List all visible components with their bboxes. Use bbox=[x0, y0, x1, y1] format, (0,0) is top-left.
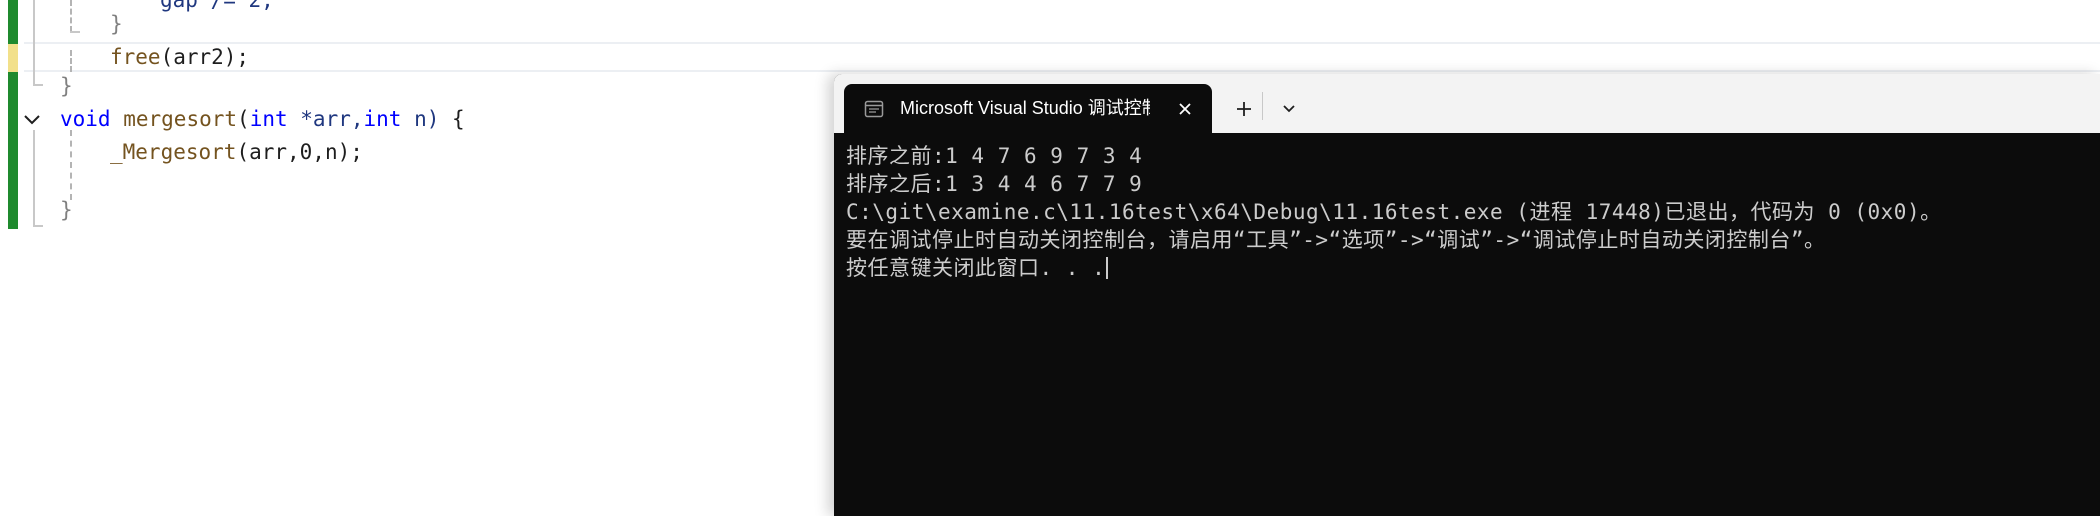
code-line-close-outer[interactable]: } bbox=[60, 70, 73, 102]
console-prompt-text: 按任意键关闭此窗口. . . bbox=[846, 256, 1106, 280]
text-cursor bbox=[1106, 257, 1109, 279]
chevron-down-icon[interactable] bbox=[1274, 94, 1304, 124]
titlebar-divider bbox=[1262, 92, 1263, 120]
code-line-signature[interactable]: void mergesort(int *arr,int n) { bbox=[60, 103, 465, 135]
console-line: 排序之前:1 4 7 6 9 7 3 4 bbox=[846, 144, 1143, 168]
change-indicator-saved bbox=[8, 0, 18, 44]
code-line-close-fn[interactable]: } bbox=[60, 194, 73, 226]
console-output[interactable]: 排序之前:1 4 7 6 9 7 3 4 排序之后:1 3 4 4 6 7 7 … bbox=[846, 142, 2086, 282]
indent-guide bbox=[70, 0, 72, 32]
console-line-prompt: 按任意键关闭此窗口. . . bbox=[846, 254, 2086, 282]
tab-title: Microsoft Visual Studio 调试控制台 bbox=[900, 98, 1150, 118]
console-line: C:\git\examine.c\11.16test\x64\Debug\11.… bbox=[846, 200, 1942, 224]
fold-guide-end bbox=[33, 84, 43, 86]
chevron-down-icon[interactable] bbox=[22, 110, 42, 130]
console-line: 要在调试停止时自动关闭控制台，请启用“工具”->“选项”->“调试”->“调试停… bbox=[846, 228, 1826, 252]
plus-icon[interactable] bbox=[1226, 94, 1262, 124]
code-line-free[interactable]: free(arr2); bbox=[110, 41, 249, 73]
debug-console-window[interactable]: Microsoft Visual Studio 调试控制台 排序之前:1 4 7… bbox=[834, 74, 2100, 516]
current-line-highlight bbox=[24, 42, 2100, 72]
code-line-partial[interactable]: gap /= 2; bbox=[160, 0, 274, 16]
terminal-titlebar[interactable]: Microsoft Visual Studio 调试控制台 bbox=[834, 74, 2100, 133]
fold-guide-end bbox=[33, 225, 43, 227]
code-line-close-inner[interactable]: } bbox=[110, 8, 123, 40]
close-icon[interactable] bbox=[1174, 98, 1196, 120]
change-indicator-unsaved bbox=[8, 44, 18, 72]
terminal-tab[interactable]: Microsoft Visual Studio 调试控制台 bbox=[844, 84, 1212, 133]
indent-guide bbox=[70, 130, 72, 200]
change-indicator-saved bbox=[8, 72, 18, 229]
console-line: 排序之后:1 3 4 4 6 7 7 9 bbox=[846, 172, 1143, 196]
code-line-call[interactable]: _Mergesort(arr,0,n); bbox=[110, 136, 363, 168]
fold-guide bbox=[33, 130, 35, 226]
terminal-icon bbox=[864, 100, 884, 118]
indent-guide bbox=[70, 50, 72, 72]
fold-guide-end bbox=[70, 31, 80, 33]
fold-guide bbox=[33, 0, 35, 85]
